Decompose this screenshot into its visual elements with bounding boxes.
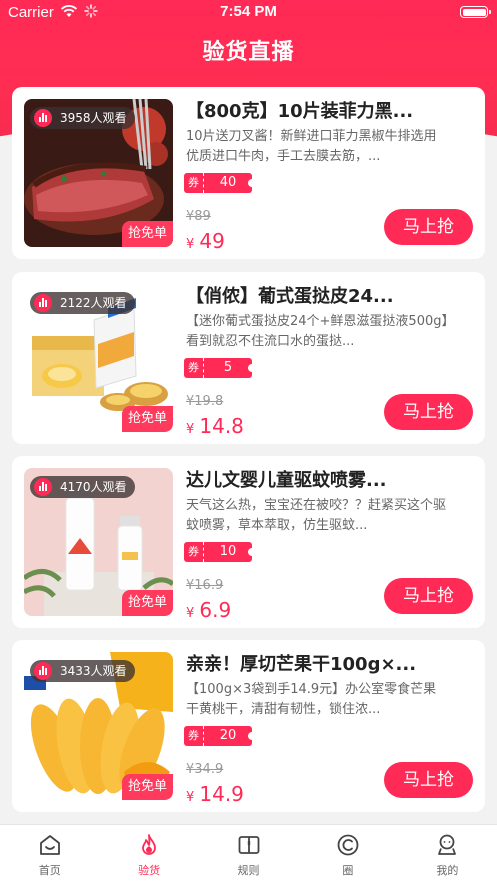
product-image-mosquito-spray: 4170人观看 抢免单 <box>24 468 173 616</box>
status-time: 7:54 PM <box>220 3 277 20</box>
viewer-count-badge: 4170人观看 <box>30 476 135 498</box>
viewer-count-badge: 2122人观看 <box>30 292 135 314</box>
coupon-label: 券 <box>184 726 204 746</box>
tab-profile[interactable]: 我的 <box>398 825 497 883</box>
viewer-count-badge: 3433人观看 <box>30 660 135 682</box>
product-card[interactable]: 2122人观看 抢免单 【俏侬】葡式蛋挞皮24... 【迷你葡式蛋挞皮24个+鲜… <box>12 272 485 444</box>
viewer-count: 4170人观看 <box>60 480 127 494</box>
price-value: 6.9 <box>199 598 232 622</box>
price-value: 49 <box>199 229 225 253</box>
tab-rules[interactable]: 规则 <box>199 825 298 883</box>
original-price: ¥34.9 <box>186 762 224 777</box>
original-price: ¥16.9 <box>186 578 224 593</box>
bar-chart-icon <box>34 294 52 312</box>
coupon-badge: 券 40 <box>184 173 256 193</box>
buy-now-button[interactable]: 马上抢 <box>384 394 473 430</box>
product-description: 【迷你葡式蛋挞皮24个+鲜恩滋蛋挞液500g】看到就忍不住流口水的蛋挞... <box>186 314 448 349</box>
page-title: 验货直播 <box>202 40 295 65</box>
status-bar: Carrier 7:54 PM <box>0 0 497 26</box>
coupon-badge: 券 20 <box>184 726 256 746</box>
tab-label: 我的 <box>436 864 459 877</box>
currency-symbol: ¥ <box>186 422 195 437</box>
circle-c-icon <box>337 834 359 856</box>
original-price: ¥89 <box>186 209 211 224</box>
product-description: 天气这么热，宝宝还在被咬？？赶紧买这个驱蚊喷雾，草本萃取，仿生驱蚊... <box>186 498 447 533</box>
currency-symbol: ¥ <box>186 790 195 805</box>
current-price: ¥ 14.8 <box>186 414 244 438</box>
coupon-label: 券 <box>184 358 204 378</box>
tab-home[interactable]: 首页 <box>0 825 99 883</box>
free-order-tag: 抢免单 <box>121 774 173 800</box>
tab-label: 验货 <box>138 864 161 877</box>
product-title: 亲亲！厚切芒果干100g×... <box>186 654 417 675</box>
viewer-count: 2122人观看 <box>60 296 127 310</box>
product-image-dried-mango: 3433人观看 抢免单 <box>24 652 173 800</box>
tab-label: 规则 <box>237 864 260 877</box>
book-icon <box>238 836 259 854</box>
viewer-count: 3433人观看 <box>60 664 127 678</box>
bar-chart-icon <box>34 109 52 127</box>
bar-chart-icon <box>34 662 52 680</box>
currency-symbol: ¥ <box>186 237 195 252</box>
product-card[interactable]: 3433人观看 抢免单 亲亲！厚切芒果干100g×... 【100g×3袋到手1… <box>12 640 485 812</box>
product-image-egg-tart: 2122人观看 抢免单 <box>24 284 173 432</box>
product-description: 【100g×3袋到手14.9元】办公室零食芒果干黄桃干，清甜有韧性，锁住浓... <box>186 682 437 717</box>
flame-icon <box>142 834 157 855</box>
coupon-value: 5 <box>204 358 256 378</box>
viewer-count-badge: 3958人观看 <box>30 107 135 129</box>
battery-icon <box>460 6 491 18</box>
product-description: 10片送刀叉酱！新鲜进口菲力黑椒牛排选用优质进口牛肉，手工去膜去筋，... <box>186 129 437 164</box>
product-image-steak: 3958人观看 抢免单 <box>24 99 173 247</box>
bar-chart-icon <box>34 478 52 496</box>
tab-label: 首页 <box>38 864 61 877</box>
buy-now-button[interactable]: 马上抢 <box>384 578 473 614</box>
buy-now-button[interactable]: 马上抢 <box>384 762 473 798</box>
home-icon <box>39 835 60 855</box>
coupon-value: 40 <box>204 173 256 193</box>
coupon-label: 券 <box>184 542 204 562</box>
app-screen: Carrier 7:54 PM 验货直播 3958人观看 抢免单 【800克】1… <box>0 0 497 883</box>
current-price: ¥ 6.9 <box>186 598 231 622</box>
viewer-count: 3958人观看 <box>60 111 127 125</box>
free-order-tag: 抢免单 <box>121 590 173 616</box>
coupon-label: 券 <box>184 173 204 193</box>
product-card[interactable]: 4170人观看 抢免单 达儿文婴儿童驱蚊喷雾... 天气这么热，宝宝还在被咬？？… <box>12 456 485 628</box>
product-title: 达儿文婴儿童驱蚊喷雾... <box>186 470 387 491</box>
user-icon <box>438 834 457 855</box>
currency-symbol: ¥ <box>186 606 195 621</box>
coupon-value: 10 <box>204 542 256 562</box>
coupon-badge: 券 10 <box>184 542 256 562</box>
price-value: 14.9 <box>199 782 244 806</box>
product-card[interactable]: 3958人观看 抢免单 【800克】10片装菲力黑... 10片送刀叉酱！新鲜进… <box>12 87 485 259</box>
product-title: 【800克】10片装菲力黑... <box>186 101 414 122</box>
original-price: ¥19.8 <box>186 394 224 409</box>
free-order-tag: 抢免单 <box>121 221 173 247</box>
coupon-badge: 券 5 <box>184 358 256 378</box>
current-price: ¥ 49 <box>186 229 225 253</box>
tab-bar: 首页 验货 规则 圈 我的 <box>0 824 497 883</box>
tab-inspect[interactable]: 验货 <box>99 825 198 883</box>
tab-circle[interactable]: 圈 <box>298 825 397 883</box>
free-order-tag: 抢免单 <box>121 406 173 432</box>
tab-label: 圈 <box>342 864 354 877</box>
coupon-value: 20 <box>204 726 256 746</box>
product-title: 【俏侬】葡式蛋挞皮24... <box>186 286 394 307</box>
price-value: 14.8 <box>199 414 244 438</box>
buy-now-button[interactable]: 马上抢 <box>384 209 473 245</box>
current-price: ¥ 14.9 <box>186 782 244 806</box>
